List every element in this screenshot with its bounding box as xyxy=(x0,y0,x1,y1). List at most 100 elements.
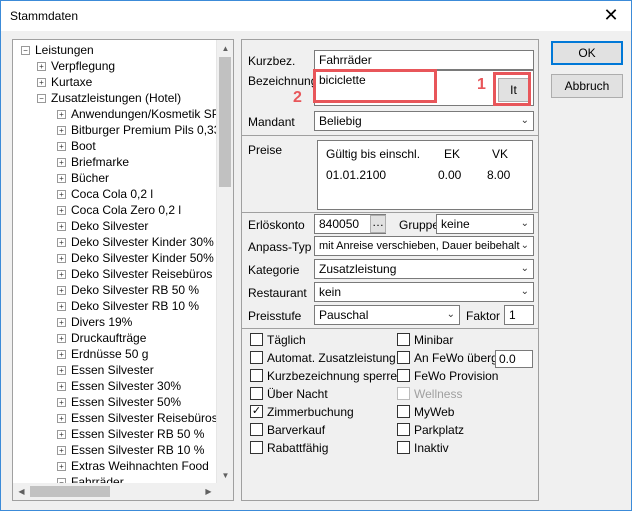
expand-icon[interactable]: + xyxy=(57,366,66,375)
checkbox-box[interactable] xyxy=(250,387,263,400)
expand-icon[interactable]: + xyxy=(57,206,66,215)
tree-item-label: Bücher xyxy=(71,171,110,185)
tree-item-label: Deko Silvester xyxy=(71,219,149,233)
checkbox-box[interactable] xyxy=(250,423,263,436)
expand-icon[interactable]: + xyxy=(57,126,66,135)
mandant-select[interactable]: Beliebig ⌄ xyxy=(314,111,534,131)
checkbox-box[interactable] xyxy=(397,423,410,436)
expand-icon[interactable]: + xyxy=(57,238,66,247)
expand-icon[interactable]: + xyxy=(37,78,46,87)
preisstufe-select[interactable]: Pauschal ⌄ xyxy=(314,305,460,325)
checkbox-box[interactable] xyxy=(397,405,410,418)
expand-icon[interactable]: + xyxy=(57,430,66,439)
leistungen-tree[interactable]: − Leistungen + Verpflegung + Kurtaxe − Zusatzle… xyxy=(12,39,234,501)
collapse-icon[interactable]: − xyxy=(21,46,30,55)
tree-item[interactable]: + Kurtaxe xyxy=(13,74,217,90)
checkbox-box[interactable] xyxy=(250,369,263,382)
expand-icon[interactable]: + xyxy=(57,462,66,471)
expand-icon[interactable]: + xyxy=(57,350,66,359)
expand-icon[interactable]: + xyxy=(57,270,66,279)
tree-item[interactable]: + Briefmarke xyxy=(13,154,217,170)
tree-item[interactable]: + Essen Silvester 30% xyxy=(13,378,217,394)
expand-icon[interactable]: + xyxy=(57,382,66,391)
tree-item[interactable]: + Extras Weihnachten Food xyxy=(13,458,217,474)
scroll-right-icon[interactable]: ▶ xyxy=(200,483,217,500)
tree-item[interactable]: − Zusatzleistungen (Hotel) xyxy=(13,90,217,106)
tree-item-label: Druckaufträge xyxy=(71,331,147,345)
chevron-down-icon: ⌄ xyxy=(520,218,529,229)
tree-item[interactable]: + Divers 19% xyxy=(13,314,217,330)
expand-icon[interactable]: + xyxy=(57,254,66,263)
expand-icon[interactable]: + xyxy=(57,158,66,167)
checkbox-label: An FeWo überg. xyxy=(414,351,502,365)
expand-icon[interactable]: + xyxy=(57,174,66,183)
checkbox-box[interactable] xyxy=(397,441,410,454)
checkmark-icon[interactable]: ✓ xyxy=(250,405,263,418)
expand-icon[interactable]: + xyxy=(57,222,66,231)
tree-item[interactable]: + Essen Silvester RB 10 % xyxy=(13,442,217,458)
tree-item[interactable]: + Deko Silvester xyxy=(13,218,217,234)
expand-icon[interactable]: + xyxy=(37,62,46,71)
tree-item[interactable]: + Deko Silvester Kinder 50% xyxy=(13,250,217,266)
restaurant-select[interactable]: kein ⌄ xyxy=(314,282,534,302)
kategorie-select[interactable]: Zusatzleistung ⌄ xyxy=(314,259,534,279)
tree-item[interactable]: + Druckaufträge xyxy=(13,330,217,346)
expand-icon[interactable]: + xyxy=(57,302,66,311)
checkbox-box[interactable] xyxy=(397,369,410,382)
collapse-icon[interactable]: − xyxy=(37,94,46,103)
tree-item[interactable]: − Leistungen xyxy=(13,42,217,58)
tree-item[interactable]: + Bücher xyxy=(13,170,217,186)
erloeskonto-lookup-button[interactable]: … xyxy=(370,215,386,233)
tree-item[interactable]: + Essen Silvester RB 50 % xyxy=(13,426,217,442)
fewo-value-input[interactable]: 0.0 xyxy=(495,350,533,368)
tree-vertical-scrollbar[interactable]: ▲ ▼ xyxy=(216,40,233,484)
tree-item[interactable]: + Essen Silvester 50% xyxy=(13,394,217,410)
window-title: Stammdaten xyxy=(10,9,79,23)
tree-item[interactable]: + Deko Silvester Reisebüros xyxy=(13,266,217,282)
scroll-thumb[interactable] xyxy=(219,57,231,187)
close-icon[interactable]: ✕ xyxy=(599,3,623,27)
tree-item[interactable]: + Anwendungen/Kosmetik SPA xyxy=(13,106,217,122)
tree-item[interactable]: + Boot xyxy=(13,138,217,154)
tree-horizontal-scrollbar[interactable]: ◀ ▶ xyxy=(13,483,217,500)
tree-item[interactable]: + Essen Silvester Reisebüros xyxy=(13,410,217,426)
anpass-typ-select[interactable]: mit Anreise verschieben, Dauer beibehalt… xyxy=(314,236,534,256)
expand-icon[interactable]: + xyxy=(57,286,66,295)
expand-icon[interactable]: + xyxy=(57,190,66,199)
tree-item[interactable]: + Verpflegung xyxy=(13,58,217,74)
checkbox-box[interactable] xyxy=(250,333,263,346)
tree-item[interactable]: + Essen Silvester xyxy=(13,362,217,378)
tree-item[interactable]: + Deko Silvester RB 50 % xyxy=(13,282,217,298)
checkbox-label: Automat. Zusatzleistung xyxy=(267,351,396,365)
tree-item-label: Deko Silvester RB 50 % xyxy=(71,283,200,297)
tree-item[interactable]: + Erdnüsse 50 g xyxy=(13,346,217,362)
kurzbez-input[interactable]: Fahrräder xyxy=(314,50,534,70)
scroll-down-icon[interactable]: ▼ xyxy=(217,467,234,484)
tree-item[interactable]: + Deko Silvester RB 10 % xyxy=(13,298,217,314)
expand-icon[interactable]: + xyxy=(57,398,66,407)
expand-icon[interactable]: + xyxy=(57,318,66,327)
checkbox-box[interactable] xyxy=(397,333,410,346)
tree-item[interactable]: + Coca Cola 0,2 l xyxy=(13,186,217,202)
expand-icon[interactable]: + xyxy=(57,414,66,423)
cancel-button[interactable]: Abbruch xyxy=(551,74,623,98)
scroll-left-icon[interactable]: ◀ xyxy=(13,483,30,500)
expand-icon[interactable]: + xyxy=(57,334,66,343)
gruppe-select[interactable]: keine ⌄ xyxy=(436,214,534,234)
checkbox-box[interactable] xyxy=(397,351,410,364)
scroll-thumb[interactable] xyxy=(30,486,110,497)
ok-button[interactable]: OK xyxy=(551,41,623,65)
chevron-down-icon: ⌄ xyxy=(520,240,529,251)
faktor-input[interactable]: 1 xyxy=(504,305,534,325)
expand-icon[interactable]: + xyxy=(57,142,66,151)
tree-item[interactable]: + Coca Cola Zero 0,2 l xyxy=(13,202,217,218)
expand-icon[interactable]: + xyxy=(57,446,66,455)
checkbox-box[interactable] xyxy=(250,351,263,364)
checkbox-box[interactable] xyxy=(250,441,263,454)
prices-table[interactable]: Gültig bis einschl. EK VK 01.01.2100 0.0… xyxy=(317,140,533,210)
checkbox-label: Barverkauf xyxy=(267,423,326,437)
scroll-up-icon[interactable]: ▲ xyxy=(217,40,234,57)
tree-item[interactable]: + Bitburger Premium Pils 0,33 l xyxy=(13,122,217,138)
expand-icon[interactable]: + xyxy=(57,110,66,119)
tree-item[interactable]: + Deko Silvester Kinder 30% xyxy=(13,234,217,250)
